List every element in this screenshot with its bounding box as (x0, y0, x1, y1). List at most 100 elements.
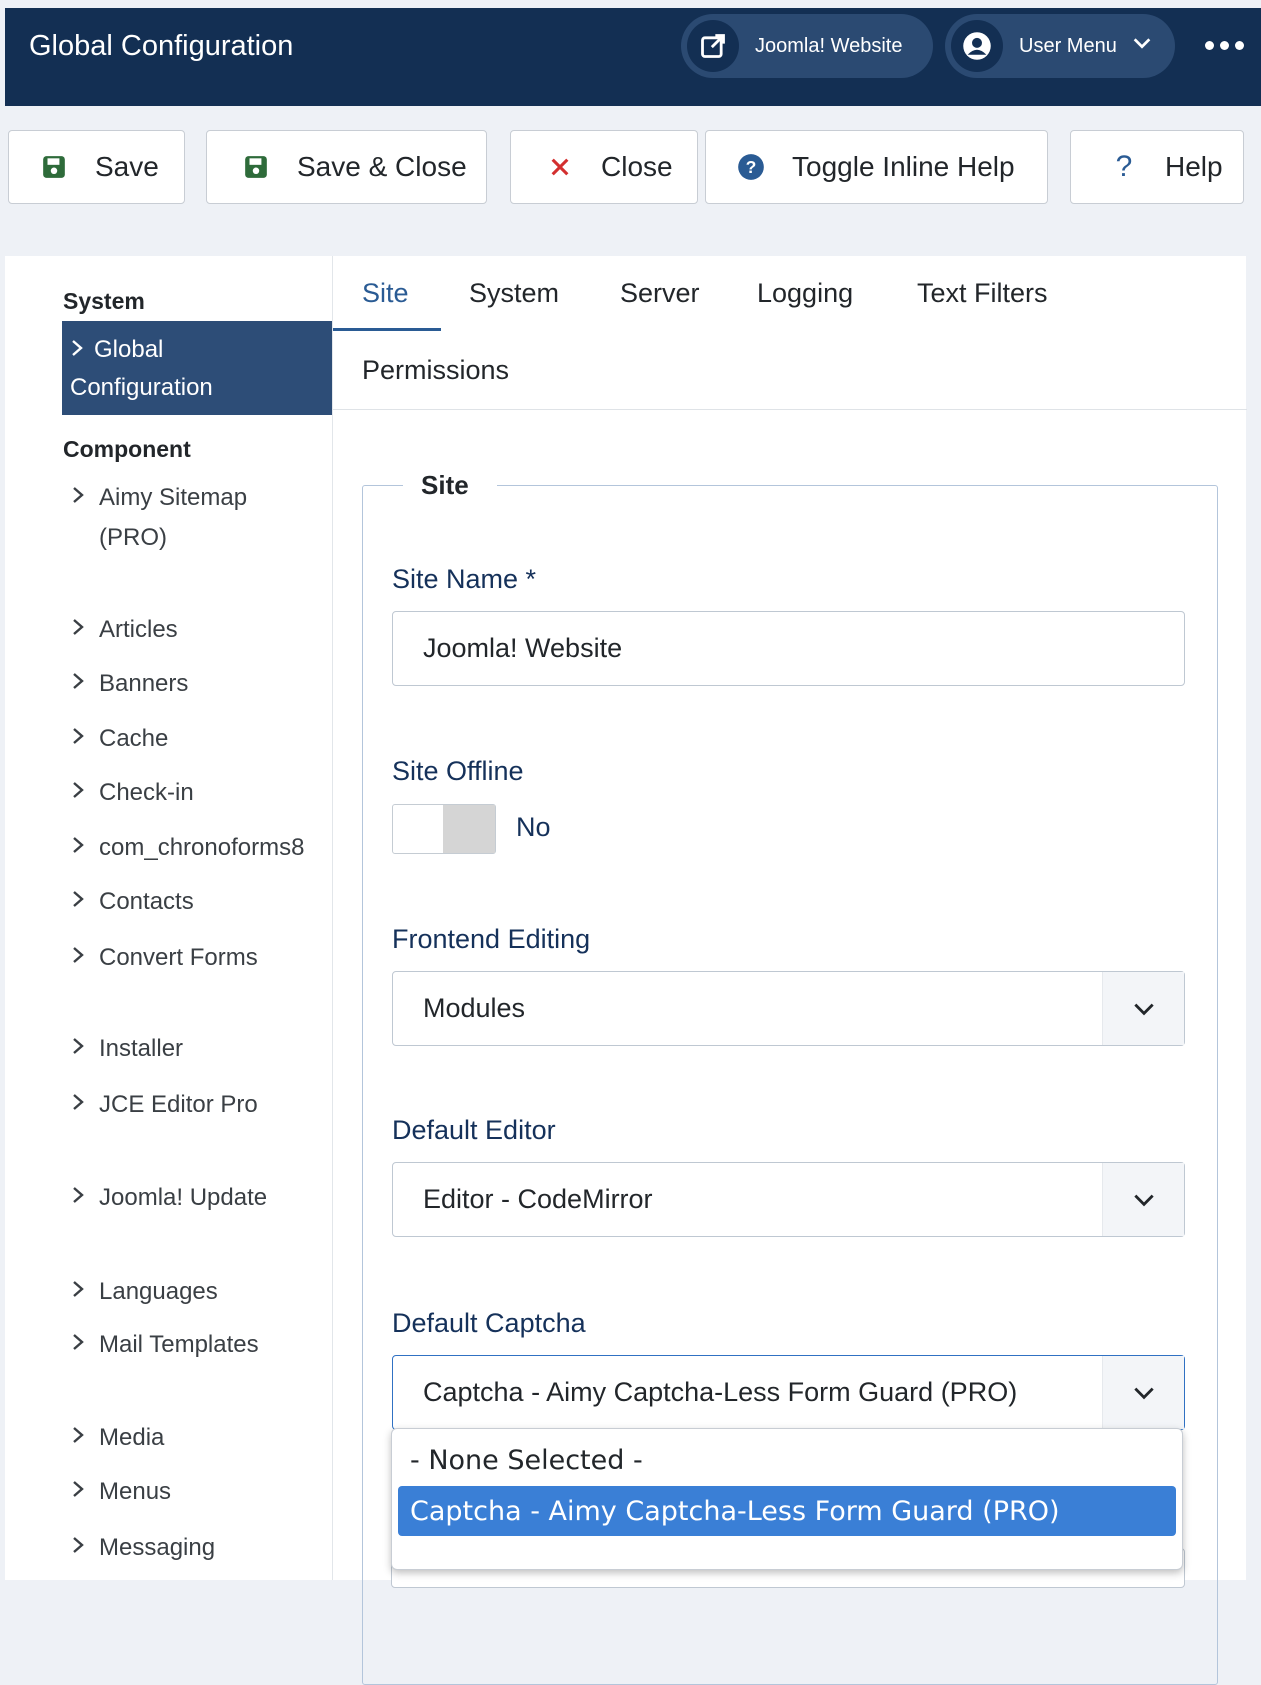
user-circle-icon (951, 20, 1003, 72)
chevron-right-icon (71, 1272, 99, 1312)
svg-text:?: ? (746, 157, 757, 177)
site-name-value: Joomla! Website (423, 633, 623, 663)
chevron-right-icon (71, 1418, 99, 1458)
default-editor-value: Editor - CodeMirror (423, 1184, 653, 1214)
chevron-right-icon (71, 1178, 99, 1218)
sidebar-item-label: JCE Editor Pro (99, 1091, 258, 1118)
sidebar-item-mail-templates[interactable]: Mail Templates (71, 1325, 331, 1365)
chevron-right-icon (71, 882, 99, 922)
sidebar-active-label-line2: Configuration (70, 374, 213, 401)
sidebar-item-label: Contacts (99, 888, 194, 915)
frontend-editing-value: Modules (423, 993, 526, 1023)
page-title: Global Configuration (29, 30, 294, 62)
sidebar-item-cache[interactable]: Cache (71, 719, 331, 759)
site-offline-switch[interactable] (392, 804, 496, 854)
site-offline-label: Site Offline (392, 756, 524, 786)
user-menu-button[interactable]: User Menu (945, 14, 1175, 78)
default-captcha-value: Captcha - Aimy Captcha-Less Form Guard (… (423, 1377, 1018, 1407)
site-offline-value: No (516, 812, 551, 842)
site-name-input[interactable]: Joomla! Website (392, 611, 1185, 686)
sidebar-item-installer[interactable]: Installer (71, 1029, 331, 1069)
external-link-icon (687, 20, 739, 72)
sidebar-item-aimy-sitemap[interactable]: Aimy Sitemap (PRO) (71, 478, 331, 558)
chevron-right-icon (71, 773, 99, 813)
chevron-right-icon (71, 478, 99, 558)
dropdown-option-none[interactable]: - None Selected - (398, 1435, 1176, 1485)
chevron-right-icon (71, 1528, 99, 1568)
save-button[interactable]: Save (8, 130, 185, 204)
sidebar-active-label-line1: Global (94, 336, 164, 363)
floppy-disk-icon (241, 152, 271, 182)
chevron-right-icon (71, 1325, 99, 1365)
more-dots-icon[interactable] (1205, 30, 1261, 60)
chevron-right-icon (71, 938, 99, 978)
sidebar-item-languages[interactable]: Languages (71, 1272, 331, 1312)
chevron-right-icon (71, 664, 99, 704)
sidebar-item-label: Banners (99, 670, 189, 697)
sidebar-item-label: Check-in (99, 779, 194, 806)
help-button[interactable]: ? Help (1070, 130, 1244, 204)
sidebar-heading-component: Component (63, 436, 191, 462)
close-label: Close (601, 151, 673, 182)
sidebar-item-label: Joomla! Update (99, 1184, 268, 1211)
default-editor-select[interactable]: Editor - CodeMirror (392, 1162, 1185, 1237)
sidebar-item-articles[interactable]: Articles (71, 610, 331, 650)
site-link-label: Joomla! Website (755, 34, 903, 57)
sidebar-item-joomla-update[interactable]: Joomla! Update (71, 1178, 331, 1218)
toggle-inline-help-button[interactable]: ? Toggle Inline Help (705, 130, 1048, 204)
sidebar-item-jce-editor-pro[interactable]: JCE Editor Pro (71, 1085, 331, 1125)
save-close-label: Save & Close (297, 151, 467, 182)
chevron-right-icon (71, 719, 99, 759)
chevron-right-icon (71, 1472, 99, 1512)
sidebar-item-chronoforms[interactable]: com_chronoforms8 (71, 828, 331, 868)
frontend-editing-select[interactable]: Modules (392, 971, 1185, 1046)
chevron-down-icon (1102, 972, 1184, 1045)
question-circle-icon: ? (736, 152, 766, 182)
help-label: Help (1165, 151, 1223, 182)
site-name-label: Site Name * (392, 564, 537, 594)
sidebar-item-label: Menus (99, 1478, 172, 1505)
floppy-disk-icon (39, 152, 69, 182)
chevron-right-icon (71, 828, 99, 868)
sidebar-item-label: Installer (99, 1035, 184, 1062)
sidebar-item-convert-forms[interactable]: Convert Forms (71, 938, 331, 978)
sidebar-item-label: com_chronoforms8 (99, 834, 305, 861)
chevron-down-icon (1102, 1356, 1184, 1429)
sidebar-item-media[interactable]: Media (71, 1418, 331, 1458)
sidebar-item-label: Media (99, 1424, 165, 1451)
question-mark-icon: ? (1115, 150, 1133, 183)
chevron-down-icon (1131, 32, 1153, 60)
default-captcha-select[interactable]: Captcha - Aimy Captcha-Less Form Guard (… (392, 1355, 1185, 1430)
form-area: Site Name * Joomla! Website Site Offline… (332, 256, 1246, 1580)
chevron-right-icon (70, 331, 94, 369)
default-captcha-label: Default Captcha (392, 1308, 586, 1338)
sidebar-item-banners[interactable]: Banners (71, 664, 331, 704)
sidebar-item-label: Aimy Sitemap (PRO) (99, 484, 248, 551)
chevron-right-icon (71, 1029, 99, 1069)
sidebar-item-contacts[interactable]: Contacts (71, 882, 331, 922)
user-menu-label: User Menu (1019, 34, 1117, 57)
sidebar-item-label: Mail Templates (99, 1331, 259, 1358)
chevron-down-icon (1102, 1163, 1184, 1236)
sidebar-item-messaging[interactable]: Messaging (71, 1528, 331, 1568)
sidebar-item-label: Messaging (99, 1534, 216, 1561)
site-link-button[interactable]: Joomla! Website (681, 14, 933, 78)
sidebar-item-label: Convert Forms (99, 944, 258, 971)
sidebar-heading-system: System (63, 288, 145, 314)
dropdown-option-aimy-captcha[interactable]: Captcha - Aimy Captcha-Less Form Guard (… (398, 1486, 1176, 1536)
save-close-button[interactable]: Save & Close (206, 130, 487, 204)
close-button[interactable]: Close (510, 130, 698, 204)
save-label: Save (95, 151, 159, 182)
captcha-dropdown-list: - None Selected - Captcha - Aimy Captcha… (391, 1428, 1183, 1570)
sidebar-item-menus[interactable]: Menus (71, 1472, 331, 1512)
toggle-inline-help-label: Toggle Inline Help (792, 151, 1015, 182)
chevron-right-icon (71, 610, 99, 650)
default-editor-label: Default Editor (392, 1115, 556, 1145)
top-header: Global Configuration Joomla! Website Use… (5, 8, 1261, 106)
sidebar-item-global-configuration[interactable]: Global Configuration (62, 321, 332, 415)
sidebar-item-check-in[interactable]: Check-in (71, 773, 331, 813)
sidebar-item-label: Articles (99, 616, 178, 643)
sidebar-item-label: Languages (99, 1278, 218, 1305)
sidebar-item-label: Cache (99, 725, 169, 752)
sidebar: System Global Configuration Component Ai… (5, 256, 332, 1580)
